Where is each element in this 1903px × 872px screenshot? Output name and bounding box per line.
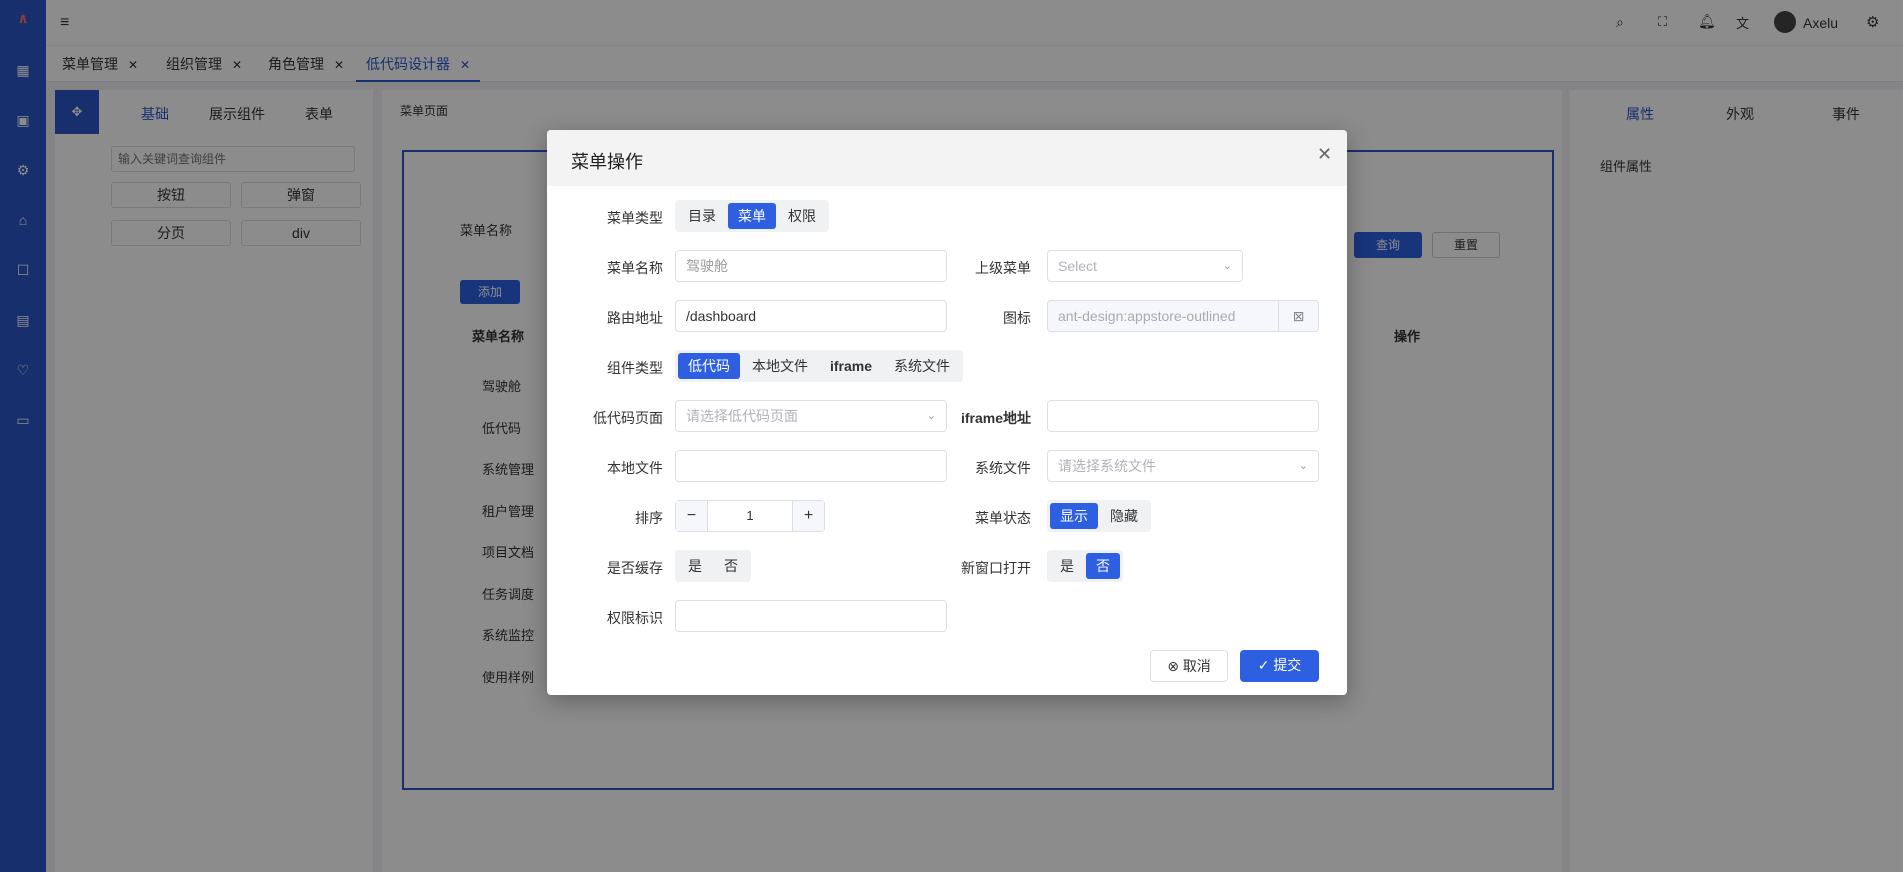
menu-type-permission[interactable]: 权限: [778, 203, 826, 229]
lowcode-page-label: 低代码页面: [593, 410, 663, 426]
cache-label: 是否缓存: [607, 560, 663, 576]
parent-menu-label: 上级菜单: [975, 260, 1031, 276]
lowcode-page-select[interactable]: 请选择低代码页面 ⌄: [675, 400, 947, 432]
iframe-url-input[interactable]: [1047, 400, 1319, 432]
chevron-down-icon: ⌄: [1298, 460, 1308, 472]
cancel-label: 取消: [1182, 658, 1211, 674]
cache-yes[interactable]: 是: [678, 553, 712, 579]
new-window-no[interactable]: 否: [1086, 553, 1120, 579]
submit-button[interactable]: ✓ 提交: [1240, 650, 1319, 682]
order-label: 排序: [635, 510, 663, 526]
iframe-url-label: iframe地址: [960, 410, 1031, 426]
dialog-header: [547, 130, 1347, 186]
local-file-input[interactable]: [675, 450, 947, 482]
chevron-down-icon: ⌄: [1222, 260, 1232, 272]
menu-status-label: 菜单状态: [975, 510, 1031, 526]
status-hide[interactable]: 隐藏: [1100, 503, 1148, 529]
cancel-icon: ⊗: [1167, 658, 1183, 674]
icon-input[interactable]: ant-design:appstore-outlined ⊠: [1047, 300, 1319, 332]
dialog-title: 菜单操作: [571, 152, 643, 172]
status-show[interactable]: 显示: [1050, 503, 1098, 529]
cache-segmented: 是 否: [675, 550, 751, 582]
system-file-label: 系统文件: [975, 460, 1031, 476]
component-type-label: 组件类型: [607, 360, 663, 376]
icon-picker-icon[interactable]: ⊠: [1278, 301, 1318, 331]
check-circle-icon: ✓: [1257, 657, 1274, 673]
route-label: 路由地址: [607, 310, 663, 326]
permission-input[interactable]: [675, 600, 947, 632]
order-value[interactable]: 1: [708, 501, 792, 531]
cancel-button[interactable]: ⊗ 取消: [1150, 650, 1228, 682]
menu-status-segmented: 显示 隐藏: [1047, 500, 1151, 532]
close-icon[interactable]: ✕: [1317, 144, 1332, 165]
menu-type-directory[interactable]: 目录: [678, 203, 726, 229]
parent-menu-select[interactable]: Select ⌄: [1047, 250, 1243, 282]
system-file-placeholder: 请选择系统文件: [1058, 458, 1156, 474]
lowcode-page-placeholder: 请选择低代码页面: [686, 408, 798, 424]
menu-dialog: 菜单操作 ✕ 菜单类型 目录 菜单 权限 菜单名称 驾驶舱 上级菜单 Selec…: [547, 130, 1347, 695]
component-type-iframe[interactable]: iframe: [820, 353, 882, 379]
new-window-label: 新窗口打开: [961, 560, 1031, 576]
system-file-select[interactable]: 请选择系统文件 ⌄: [1047, 450, 1319, 482]
menu-type-menu[interactable]: 菜单: [728, 203, 776, 229]
new-window-yes[interactable]: 是: [1050, 553, 1084, 579]
local-file-label: 本地文件: [607, 460, 663, 476]
order-stepper: − 1 +: [675, 500, 825, 532]
menu-type-segmented: 目录 菜单 权限: [675, 200, 829, 232]
component-type-local[interactable]: 本地文件: [742, 353, 818, 379]
route-input[interactable]: /dashboard: [675, 300, 947, 332]
component-type-lowcode[interactable]: 低代码: [678, 353, 740, 379]
submit-label: 提交: [1273, 657, 1302, 673]
parent-menu-placeholder: Select: [1058, 258, 1097, 274]
cache-no[interactable]: 否: [714, 553, 748, 579]
menu-name-label: 菜单名称: [607, 260, 663, 276]
minus-icon[interactable]: −: [676, 501, 708, 531]
icon-value: ant-design:appstore-outlined: [1058, 308, 1236, 324]
component-type-segmented: 低代码 本地文件 iframe 系统文件: [675, 350, 964, 382]
menu-name-input[interactable]: 驾驶舱: [675, 250, 947, 282]
plus-icon[interactable]: +: [792, 501, 824, 531]
icon-label: 图标: [1003, 310, 1031, 326]
permission-label: 权限标识: [607, 610, 663, 626]
new-window-segmented: 是 否: [1047, 550, 1123, 582]
menu-type-label: 菜单类型: [607, 210, 663, 226]
component-type-system[interactable]: 系统文件: [884, 353, 960, 379]
